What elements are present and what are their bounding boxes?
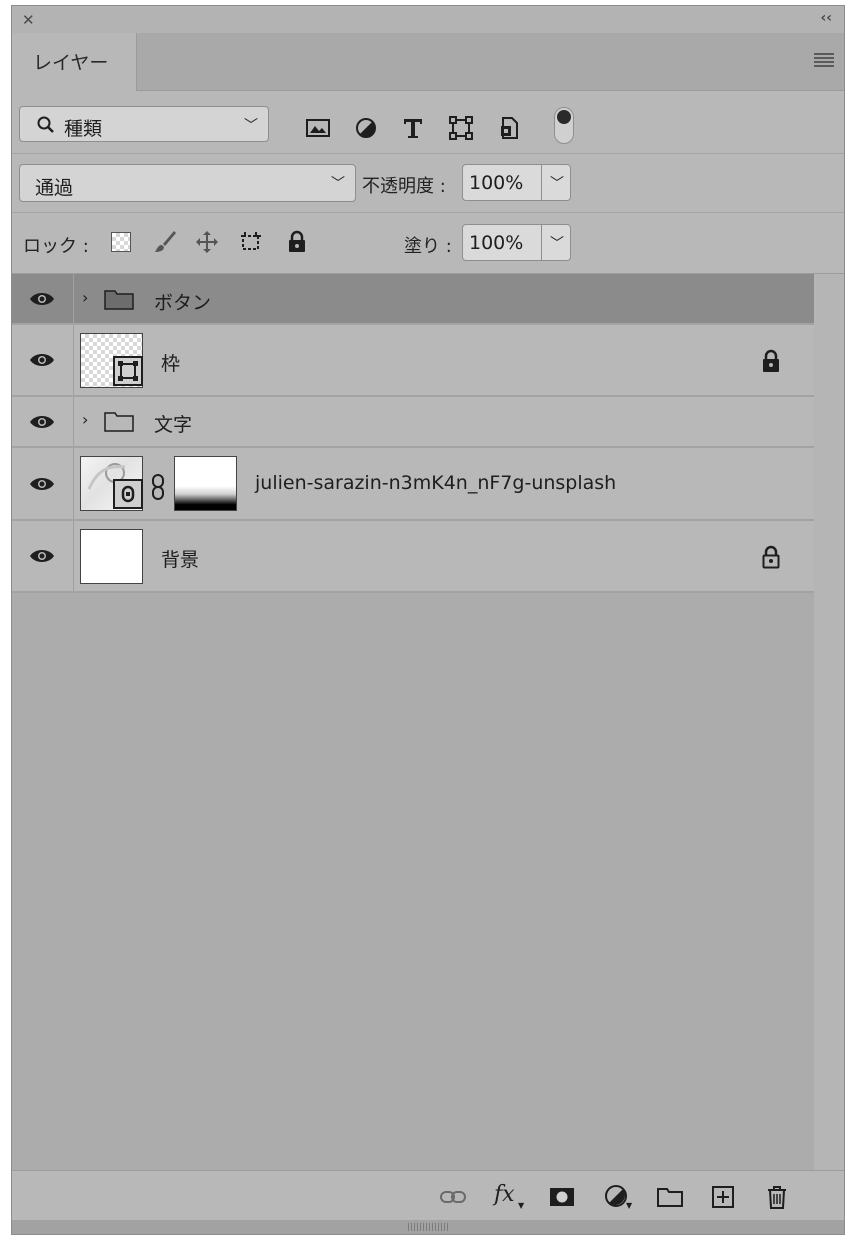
expand-chevron-icon[interactable]: › (82, 288, 88, 307)
layers-footer-toolbar: fx ▼ ▼ (12, 1170, 844, 1221)
blend-mode-select[interactable]: 通過 ﹀ (19, 164, 356, 202)
type-filter-icon[interactable] (399, 114, 427, 142)
chevron-down-icon: ﹀ (244, 118, 258, 134)
visibility-toggle[interactable] (12, 521, 74, 591)
opacity-value: 100% (469, 172, 524, 194)
opacity-dropdown[interactable]: ﹀ (541, 165, 570, 200)
lock-all-icon[interactable] (284, 229, 310, 255)
eye-icon (30, 550, 54, 562)
add-mask-icon[interactable] (548, 1183, 576, 1211)
search-icon (37, 116, 54, 133)
new-group-icon[interactable] (656, 1183, 684, 1211)
layer-name: julien-sarazin-n3mK4n_nF7g-unsplash (255, 472, 617, 494)
lock-row: ロック : 塗り : 100% ﹀ (12, 213, 844, 274)
panel-titlebar: ✕ ‹‹ (12, 6, 844, 33)
eye-icon (30, 292, 54, 305)
lock-artboard-icon[interactable] (238, 229, 264, 255)
adjustment-dropdown-icon: ▼ (626, 1201, 633, 1210)
collapse-icon[interactable]: ‹‹ (820, 10, 832, 26)
layer-row-button-group[interactable]: › ボタン (12, 274, 815, 325)
filter-kind-select[interactable]: 種類 ﹀ (19, 106, 269, 142)
eye-icon (30, 415, 54, 428)
lock-move-icon[interactable] (194, 229, 220, 255)
visibility-toggle[interactable] (12, 274, 74, 323)
fill-field[interactable]: 100% ﹀ (462, 224, 571, 261)
folder-icon (104, 412, 134, 432)
folder-icon (104, 290, 134, 310)
visibility-toggle[interactable] (12, 397, 74, 446)
layer-name: 文字 (154, 414, 193, 436)
chevron-down-icon: ﹀ (550, 176, 564, 192)
new-layer-icon[interactable] (709, 1183, 737, 1211)
resize-grip[interactable] (12, 1220, 844, 1234)
layer-row-background[interactable]: 背景 (12, 521, 815, 593)
opacity-label: 不透明度 : (362, 176, 446, 197)
layers-list: › ボタン 枠 › 文字 julien-sarazin-n3mK4n_nF7g-… (12, 274, 815, 1170)
link-layers-icon[interactable] (439, 1183, 467, 1211)
layer-row-text-group[interactable]: › 文字 (12, 397, 815, 448)
lock-outline-icon (762, 545, 780, 569)
lock-transparency-icon[interactable] (111, 232, 131, 252)
toggle-knob (557, 110, 571, 124)
close-icon[interactable]: ✕ (22, 11, 35, 29)
layer-thumbnail (80, 333, 143, 388)
eye-icon (30, 477, 54, 490)
visibility-toggle[interactable] (12, 325, 74, 395)
expand-chevron-icon[interactable]: › (82, 410, 88, 429)
filter-toggle[interactable] (554, 107, 574, 144)
layer-mask-thumbnail[interactable] (174, 456, 237, 511)
filter-row: 種類 ﹀ (12, 90, 844, 154)
fill-value: 100% (469, 232, 524, 254)
layer-name: ボタン (154, 292, 212, 314)
blend-mode-value: 通過 (35, 177, 74, 199)
adjustment-filter-icon[interactable] (352, 114, 380, 142)
lock-brush-icon[interactable] (152, 229, 178, 255)
layer-thumbnail (80, 456, 143, 511)
blend-row: 通過 ﹀ 不透明度 : 100% ﹀ (12, 154, 844, 213)
tab-layers-label: レイヤー (33, 52, 109, 74)
lock-icon (763, 349, 779, 372)
layer-name: 背景 (161, 549, 200, 571)
layer-row-photo[interactable]: julien-sarazin-n3mK4n_nF7g-unsplash (12, 448, 815, 521)
chevron-down-icon: ﹀ (331, 176, 345, 192)
fx-label: fx (494, 1182, 515, 1207)
layer-name: 枠 (161, 353, 181, 375)
filter-kind-value: 種類 (64, 118, 103, 140)
tab-bar: レイヤー (12, 33, 844, 91)
fill-dropdown[interactable]: ﹀ (541, 225, 570, 260)
pixel-filter-icon[interactable] (304, 114, 332, 142)
smart-object-badge-icon (113, 479, 143, 509)
shape-filter-icon[interactable] (447, 114, 475, 142)
smart-object-filter-icon[interactable] (496, 114, 524, 142)
panel-menu-icon[interactable] (814, 53, 834, 69)
fx-dropdown-icon: ▼ (518, 1201, 525, 1210)
delete-layer-icon[interactable] (763, 1183, 791, 1211)
eye-icon (30, 354, 54, 366)
layers-scrollbar[interactable] (814, 274, 844, 1170)
layer-row-frame[interactable]: 枠 (12, 325, 815, 397)
layers-panel: ✕ ‹‹ レイヤー 種類 ﹀ 通過 ﹀ 不透明度: 100% ﹀ ロック: … (11, 5, 845, 1235)
shape-badge-icon (113, 356, 143, 386)
layer-thumbnail (80, 529, 143, 584)
tab-layers[interactable]: レイヤー (12, 33, 137, 91)
fill-label: 塗り : (404, 236, 452, 257)
fx-button[interactable]: fx (494, 1182, 515, 1207)
grip-lines (408, 1223, 448, 1231)
visibility-toggle[interactable] (12, 448, 74, 519)
link-icon[interactable] (150, 474, 166, 500)
opacity-field[interactable]: 100% ﹀ (462, 164, 571, 201)
chevron-down-icon: ﹀ (550, 236, 564, 252)
lock-label: ロック : (23, 236, 89, 257)
